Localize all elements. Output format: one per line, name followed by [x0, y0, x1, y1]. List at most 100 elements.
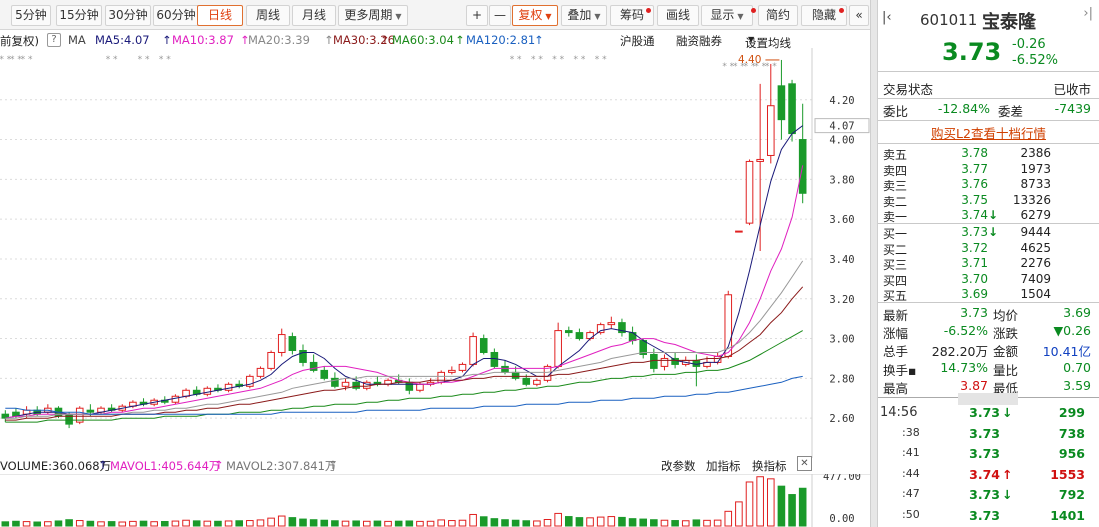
candle-body[interactable] — [564, 330, 573, 334]
add-indicator-button[interactable]: 加指标 — [706, 458, 741, 474]
volume-bar[interactable] — [171, 520, 180, 527]
candle-body[interactable] — [416, 383, 424, 391]
panel-divider[interactable] — [870, 0, 878, 527]
candle-body[interactable] — [352, 381, 360, 389]
candle-body[interactable] — [490, 351, 499, 367]
volume-bar[interactable] — [766, 478, 775, 527]
ask-row[interactable]: 卖五 3.78 2386 — [878, 146, 1099, 162]
more-periods-dropdown[interactable]: 更多周期 ▼ — [338, 5, 408, 26]
volume-bar[interactable] — [522, 520, 531, 527]
volume-bar[interactable] — [426, 520, 435, 527]
candle-body[interactable] — [596, 324, 605, 334]
display-dropdown[interactable]: 显示 ▼ — [701, 5, 756, 26]
candle-body[interactable] — [575, 332, 584, 340]
candle-body[interactable] — [341, 381, 350, 387]
volume-bar[interactable] — [586, 517, 594, 527]
volume-bar[interactable] — [160, 520, 169, 527]
volume-bar[interactable] — [448, 520, 456, 527]
ask-row[interactable]: 卖一 3.74 ↓ 6279 — [878, 208, 1099, 224]
volume-bar[interactable] — [299, 518, 307, 527]
candle-body[interactable] — [469, 336, 477, 365]
event-marker-icon[interactable]: * * — [552, 55, 564, 65]
bid-row[interactable]: 买三 3.71 2276 — [878, 256, 1099, 272]
volume-bar[interactable] — [660, 519, 669, 527]
volume-bar[interactable] — [75, 520, 84, 527]
candle-body[interactable] — [671, 357, 679, 365]
candle-body[interactable] — [288, 336, 297, 351]
event-marker-icon[interactable]: * * — [106, 55, 118, 65]
volume-bar[interactable] — [554, 512, 562, 527]
volume-bar[interactable] — [246, 520, 254, 527]
event-marker-icon[interactable]: * * — [510, 55, 522, 65]
ask-row[interactable]: 卖三 3.76 8733 — [878, 177, 1099, 193]
volume-bar[interactable] — [543, 519, 552, 527]
volume-bar[interactable] — [331, 520, 339, 527]
event-marker-icon[interactable]: * * — [531, 55, 543, 65]
candle-body[interactable] — [458, 363, 467, 371]
close-icon[interactable]: ✕ — [797, 456, 812, 471]
candle-body[interactable] — [501, 365, 509, 373]
period-weekly-tab[interactable]: 周线 — [246, 5, 290, 26]
volume-chart[interactable]: 477.00 0.00 — [0, 471, 870, 527]
volume-bar[interactable] — [362, 520, 371, 527]
candle-body[interactable] — [607, 322, 616, 326]
fuquan-dropdown[interactable]: 复权 ▼ — [512, 5, 558, 26]
period-30min-tab[interactable]: 30分钟 — [105, 5, 151, 26]
volume-bar[interactable] — [416, 520, 424, 527]
volume-bar[interactable] — [575, 517, 584, 527]
event-marker-icon[interactable]: * * — [159, 55, 171, 65]
period-60min-tab[interactable]: 60分钟 — [153, 5, 199, 26]
candle-body[interactable] — [203, 387, 212, 395]
candle-body[interactable] — [788, 83, 796, 135]
bid-row[interactable]: 买四 3.70 7409 — [878, 272, 1099, 288]
volume-bar[interactable] — [798, 487, 807, 527]
event-marker-icon[interactable]: * * — [595, 55, 607, 65]
volume-bar[interactable] — [139, 520, 148, 527]
back-icon[interactable]: |‹ — [882, 10, 892, 25]
volume-bar[interactable] — [1, 521, 10, 527]
candle-body[interactable] — [533, 379, 541, 385]
volume-bar[interactable] — [352, 520, 360, 527]
period-daily-tab[interactable]: 日线 — [197, 5, 243, 26]
volume-bar[interactable] — [182, 519, 190, 527]
zoom-in-button[interactable]: + — [466, 5, 488, 26]
volume-bar[interactable] — [564, 516, 573, 527]
candle-body[interactable] — [660, 357, 669, 367]
buy-l2-link[interactable]: 购买L2查看十档行情 — [931, 126, 1046, 141]
volume-bar[interactable] — [618, 516, 626, 527]
period-15min-tab[interactable]: 15分钟 — [56, 5, 102, 26]
volume-bar[interactable] — [724, 510, 733, 527]
candle-body[interactable] — [554, 330, 562, 367]
volume-bar[interactable] — [479, 516, 488, 527]
volume-bar[interactable] — [12, 520, 20, 527]
volume-bar[interactable] — [65, 519, 73, 527]
volume-bar[interactable] — [107, 521, 116, 527]
volume-bar[interactable] — [267, 517, 275, 527]
kline-chart[interactable]: 4.20 4.00 3.80 3.60 3.40 3.20 3.00 2.80 2.60 4.07… — [0, 48, 870, 458]
volume-bar[interactable] — [501, 519, 509, 527]
volume-bar[interactable] — [756, 476, 764, 527]
candle-body[interactable] — [777, 85, 786, 121]
zoom-out-button[interactable]: — — [489, 5, 511, 26]
candle-body[interactable] — [692, 359, 701, 367]
volume-bar[interactable] — [394, 520, 403, 527]
bid-row[interactable]: 买五 3.69 1504 — [878, 287, 1099, 303]
volume-bar[interactable] — [607, 516, 616, 527]
volume-bar[interactable] — [490, 518, 499, 527]
volume-bar[interactable] — [118, 521, 127, 527]
volume-bar[interactable] — [671, 520, 679, 527]
candle-body[interactable] — [437, 371, 446, 383]
help-icon[interactable]: ? — [47, 33, 61, 47]
volume-bar[interactable] — [97, 521, 105, 527]
period-monthly-tab[interactable]: 月线 — [292, 5, 336, 26]
forward-icon[interactable]: ›| — [1083, 6, 1093, 21]
volume-bar[interactable] — [309, 519, 318, 527]
chip-distribution-button[interactable]: 筹码 — [610, 5, 654, 26]
hugutong-link[interactable]: 沪股通 — [620, 33, 655, 49]
volume-bar[interactable] — [639, 518, 648, 527]
candle-body[interactable] — [182, 389, 190, 397]
volume-bar[interactable] — [437, 519, 446, 527]
volume-bar[interactable] — [320, 519, 329, 527]
bid-row[interactable]: 买二 3.72 4625 — [878, 241, 1099, 257]
volume-bar[interactable] — [469, 513, 477, 527]
